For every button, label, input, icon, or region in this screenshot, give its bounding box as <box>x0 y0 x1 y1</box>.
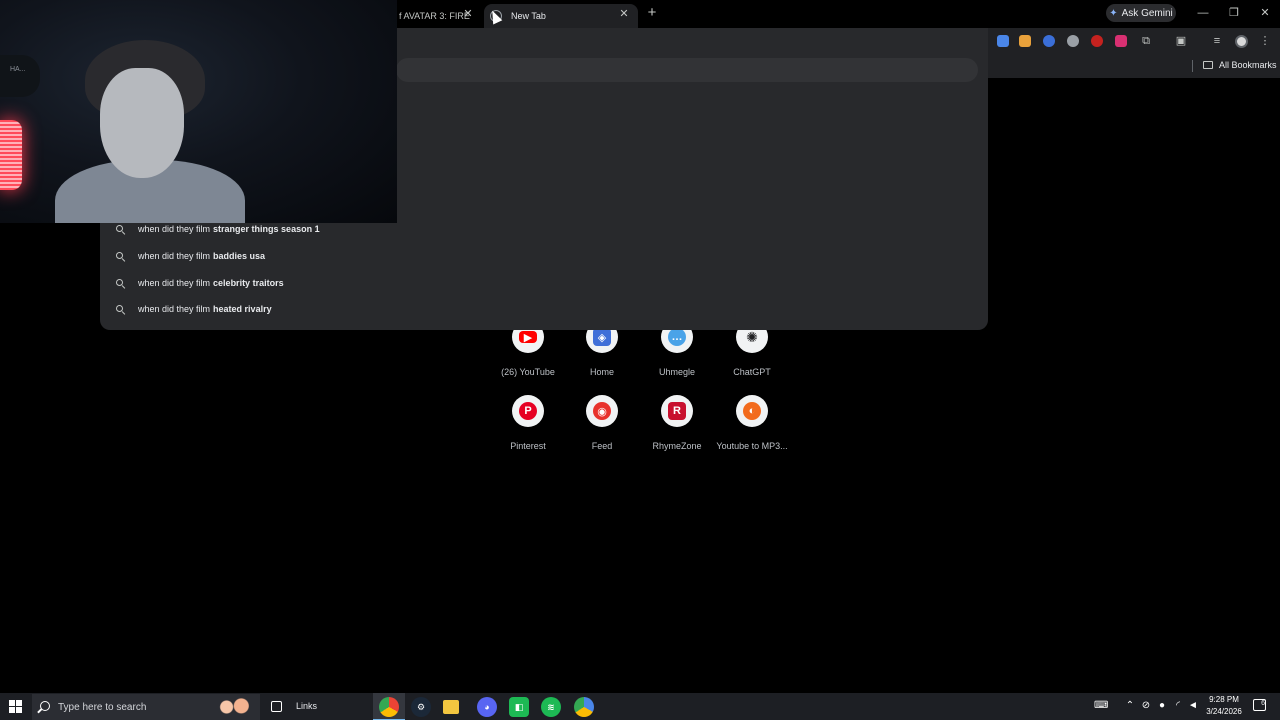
shortcut-rhymezone[interactable]: R RhymeZone <box>635 395 719 451</box>
microphone-icon[interactable]: ● <box>1156 700 1168 712</box>
shortcut-label: Youtube to MP3... <box>716 441 788 451</box>
close-icon[interactable]: ✕ <box>461 7 475 21</box>
steam-icon[interactable]: ⚙ <box>411 697 431 717</box>
suggestion-item[interactable]: when did they film heated rivalry <box>116 301 272 317</box>
suggestion-completion: baddies usa <box>213 251 266 261</box>
shortcut-pinterest[interactable]: P Pinterest <box>486 395 570 451</box>
shortcut-label: (26) YouTube <box>501 367 555 377</box>
suggestion-item[interactable]: when did they film baddies usa <box>116 248 265 264</box>
gemini-sparkle-icon: ✦ <box>1109 7 1118 19</box>
chrome-alt-icon[interactable] <box>574 697 594 717</box>
webcam-overlay: HA... <box>0 0 397 223</box>
suggestion-item[interactable]: when did they film stranger things seaso… <box>116 221 320 237</box>
chrome-icon[interactable] <box>373 697 405 720</box>
suggestion-completion: heated rivalry <box>213 304 272 314</box>
shortcut-label: Pinterest <box>510 441 546 451</box>
wifi-icon[interactable]: ◜ <box>1172 700 1184 712</box>
search-highlight-image[interactable] <box>214 696 256 718</box>
tab-search-icon[interactable]: ▣ <box>1174 34 1188 48</box>
suggestion-item[interactable]: when did they film celebrity traitors <box>116 275 284 291</box>
close-icon[interactable]: ✕ <box>617 7 631 21</box>
tab-new-tab[interactable]: New Tab ✕ <box>484 4 638 28</box>
folder-icon <box>1203 61 1213 69</box>
suggestion-prefix: when did they film <box>138 304 211 314</box>
restore-icon[interactable]: ❐ <box>1225 4 1243 22</box>
headset-logo-text: HA... <box>10 66 26 73</box>
extension-icon[interactable] <box>997 35 1009 47</box>
converter-icon: ◐ <box>736 395 768 427</box>
rhymezone-icon: R <box>661 395 693 427</box>
shortcut-label: Uhmegle <box>658 367 696 377</box>
extension-icon[interactable] <box>1115 35 1127 47</box>
extension-icon[interactable] <box>1067 35 1079 47</box>
extension-icon[interactable] <box>1091 35 1103 47</box>
media-controls-icon[interactable]: ≡ <box>1210 34 1224 48</box>
search-icon <box>116 224 125 234</box>
tab-avatar[interactable]: f AVATAR 3: FIRE ✕ <box>397 4 479 28</box>
microphone <box>0 55 40 97</box>
extension-icon[interactable] <box>1019 35 1031 47</box>
menu-dots-icon[interactable]: ⋮ <box>1258 34 1272 48</box>
person-face <box>100 68 184 178</box>
suggestion-prefix: when did they film <box>138 251 211 261</box>
extension-icon[interactable] <box>1043 35 1055 47</box>
gemini-label: Ask Gemini <box>1121 7 1173 19</box>
search-icon <box>40 701 50 711</box>
microphone-light <box>0 120 22 190</box>
windows-start-icon[interactable] <box>9 700 22 713</box>
volume-icon[interactable]: ◄ <box>1187 700 1199 712</box>
spotify-icon[interactable]: ≋ <box>541 697 561 717</box>
keyboard-icon[interactable]: ⌨ <box>1094 700 1108 712</box>
search-icon <box>116 251 125 261</box>
shortcut-label: RhymeZone <box>652 441 702 451</box>
chevron-up-icon[interactable]: ⌃ <box>1124 700 1136 712</box>
minimize-icon[interactable]: — <box>1194 4 1212 22</box>
links-toolbar[interactable]: Links <box>296 701 317 711</box>
extensions-puzzle-icon[interactable]: ⧉ <box>1139 34 1153 48</box>
feed-icon: ◉ <box>586 395 618 427</box>
all-bookmarks-button[interactable]: All Bookmarks <box>1203 60 1277 70</box>
all-bookmarks-label: All Bookmarks <box>1219 60 1277 70</box>
new-tab-button[interactable]: + <box>644 5 660 21</box>
shortcut-feed[interactable]: ◉ Feed <box>560 395 644 451</box>
clock-date: 3/24/2026 <box>1206 707 1242 716</box>
ask-gemini-button[interactable]: ✦ Ask Gemini <box>1106 4 1176 22</box>
suggestion-prefix: when did they film <box>138 224 211 234</box>
search-icon <box>116 278 125 288</box>
network-off-icon[interactable]: ⊘ <box>1140 700 1152 712</box>
shortcut-label: Home <box>589 367 614 377</box>
notifications-icon[interactable]: 6 <box>1253 699 1266 711</box>
system-clock[interactable]: 9:28 PM 3/24/2026 <box>1200 694 1248 718</box>
search-icon <box>116 304 125 314</box>
tab-title: New Tab <box>511 11 546 21</box>
omnibox-input[interactable] <box>396 58 978 82</box>
shortcut-label: ChatGPT <box>733 367 771 377</box>
tab-title: f AVATAR 3: FIRE <box>399 11 470 21</box>
profile-avatar[interactable] <box>1235 35 1248 48</box>
discord-icon[interactable]: ◕ <box>477 697 497 717</box>
pinterest-icon: P <box>512 395 544 427</box>
file-explorer-icon[interactable] <box>443 700 459 714</box>
search-placeholder: Type here to search <box>58 701 147 713</box>
shortcut-youtube-to-mp3[interactable]: ◐ Youtube to MP3... <box>710 395 794 451</box>
notification-count: 6 <box>1261 700 1265 707</box>
suggestion-completion: stranger things season 1 <box>213 224 320 234</box>
window-close-icon[interactable]: ✕ <box>1256 4 1274 22</box>
suggestion-completion: celebrity traitors <box>213 278 284 288</box>
app-icon[interactable]: ◧ <box>509 697 529 717</box>
bookmarks-divider <box>1192 60 1193 72</box>
shortcut-label: Feed <box>591 441 613 451</box>
clock-time: 9:28 PM <box>1209 695 1239 704</box>
task-view-icon[interactable] <box>271 701 282 712</box>
suggestion-prefix: when did they film <box>138 278 211 288</box>
